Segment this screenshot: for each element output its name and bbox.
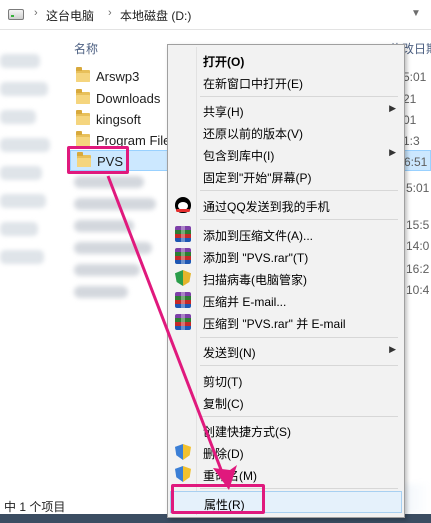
address-bar[interactable]: › 这台电脑 › 本地磁盘 (D:) ▼ <box>0 0 431 30</box>
menu-item-label: 包含到库中(I) <box>203 149 275 163</box>
menu-item-label: 固定到"开始"屏幕(P) <box>203 171 312 185</box>
menu-item-rename[interactable]: 重命名(M) <box>170 463 402 485</box>
drive-icon <box>8 9 24 20</box>
menu-item-create-shortcut[interactable]: 创建快捷方式(S) <box>170 419 402 441</box>
file-date: 6:51 <box>404 155 428 169</box>
menu-item-share[interactable]: 共享(H) ▶ <box>170 99 402 121</box>
menu-separator <box>200 416 398 417</box>
menu-item-label: 剪切(T) <box>203 375 243 389</box>
menu-item-label: 打开(O) <box>203 55 245 69</box>
uac-shield-icon <box>175 466 191 482</box>
file-date: 15:5 <box>406 218 430 232</box>
file-date: 14:0 <box>406 239 430 253</box>
file-name: Downloads <box>96 91 161 106</box>
submenu-arrow-icon: ▶ <box>389 147 396 157</box>
file-date: 16:2 <box>406 262 430 276</box>
blurred-list-item[interactable] <box>74 176 144 188</box>
menu-item-label: 通过QQ发送到我的手机 <box>203 200 330 214</box>
nav-item[interactable] <box>0 110 36 124</box>
blurred-list-item[interactable] <box>74 264 140 276</box>
blurred-list-item[interactable] <box>74 242 152 254</box>
menu-item-open[interactable]: 打开(O) <box>170 49 402 71</box>
annotation-highlight-pvs <box>67 146 129 174</box>
breadcrumb-separator-icon: › <box>34 7 38 19</box>
winrar-icon <box>175 314 191 330</box>
menu-item-send-to[interactable]: 发送到(N) ▶ <box>170 340 402 362</box>
file-date: 21 <box>403 92 417 106</box>
menu-item-scan-virus[interactable]: 扫描病毒(电脑管家) <box>170 267 402 289</box>
status-bar-text: 中 1 个项目 <box>4 500 66 514</box>
context-menu[interactable]: 打开(O) 在新窗口中打开(E) 共享(H) ▶ 还原以前的版本(V) 包含到库… <box>167 44 405 518</box>
menu-item-label: 在新窗口中打开(E) <box>203 77 303 91</box>
file-date: 5:01 <box>403 70 427 84</box>
menu-item-cut[interactable]: 剪切(T) <box>170 369 402 391</box>
winrar-icon <box>175 248 191 264</box>
menu-item-label: 删除(D) <box>203 447 244 461</box>
blurred-list-item[interactable] <box>74 286 128 298</box>
nav-item[interactable] <box>0 166 42 180</box>
blurred-list-item[interactable] <box>74 220 134 232</box>
menu-item-open-new-window[interactable]: 在新窗口中打开(E) <box>170 71 402 93</box>
nav-item[interactable] <box>0 82 48 96</box>
breadcrumb-separator-icon: › <box>108 7 112 19</box>
menu-separator <box>200 96 398 97</box>
menu-item-delete[interactable]: 删除(D) <box>170 441 402 463</box>
nav-item[interactable] <box>0 250 44 264</box>
qq-icon <box>175 197 191 213</box>
menu-item-label: 添加到压缩文件(A)... <box>203 229 313 243</box>
folder-icon <box>76 110 90 125</box>
menu-separator <box>200 337 398 338</box>
tencent-shield-icon <box>175 270 191 286</box>
menu-item-label: 共享(H) <box>203 105 244 119</box>
column-header-name[interactable]: 名称 <box>74 40 98 57</box>
menu-item-add-to-archive[interactable]: 添加到压缩文件(A)... <box>170 223 402 245</box>
file-date: 10:4 <box>406 283 430 297</box>
folder-icon <box>76 89 90 104</box>
chevron-down-icon[interactable]: ▼ <box>406 4 426 24</box>
menu-item-send-via-qq[interactable]: 通过QQ发送到我的手机 <box>170 194 402 216</box>
menu-item-label: 还原以前的版本(V) <box>203 127 303 141</box>
menu-item-label: 压缩并 E-mail... <box>203 295 287 309</box>
menu-item-include-in-library[interactable]: 包含到库中(I) ▶ <box>170 143 402 165</box>
menu-item-compress-email[interactable]: 压缩并 E-mail... <box>170 289 402 311</box>
submenu-arrow-icon: ▶ <box>389 103 396 113</box>
nav-item[interactable] <box>0 138 50 152</box>
uac-shield-icon <box>175 444 191 460</box>
menu-separator <box>200 190 398 191</box>
menu-item-label: 重命名(M) <box>203 469 257 483</box>
annotation-highlight-properties <box>171 484 265 514</box>
menu-item-pin-to-start[interactable]: 固定到"开始"屏幕(P) <box>170 165 402 187</box>
menu-item-label: 扫描病毒(电脑管家) <box>203 273 307 287</box>
file-date: 1:3 <box>403 134 420 148</box>
nav-item[interactable] <box>0 194 46 208</box>
blurred-list-item[interactable] <box>74 198 156 210</box>
navigation-pane[interactable] <box>0 30 62 492</box>
menu-item-label: 发送到(N) <box>203 346 256 360</box>
nav-item[interactable] <box>0 54 40 68</box>
nav-item[interactable] <box>0 222 38 236</box>
menu-item-compress-to-rar-email[interactable]: 压缩到 "PVS.rar" 并 E-mail <box>170 311 402 333</box>
winrar-icon <box>175 226 191 242</box>
menu-item-restore-versions[interactable]: 还原以前的版本(V) <box>170 121 402 143</box>
menu-item-label: 添加到 "PVS.rar"(T) <box>203 251 309 265</box>
folder-icon <box>76 67 90 82</box>
winrar-icon <box>175 292 191 308</box>
menu-separator <box>200 365 398 366</box>
folder-icon <box>76 131 90 146</box>
file-name: kingsoft <box>96 112 141 127</box>
breadcrumb-this-pc[interactable]: 这台电脑 <box>46 7 94 24</box>
menu-item-add-to-pvs-rar[interactable]: 添加到 "PVS.rar"(T) <box>170 245 402 267</box>
menu-item-label: 压缩到 "PVS.rar" 并 E-mail <box>203 317 346 331</box>
menu-item-label: 复制(C) <box>203 397 244 411</box>
file-name: Arswp3 <box>96 69 140 84</box>
menu-item-copy[interactable]: 复制(C) <box>170 391 402 413</box>
file-date: 5:01 <box>406 181 430 195</box>
file-date: 01 <box>403 113 417 127</box>
menu-separator <box>200 219 398 220</box>
breadcrumb-local-disk[interactable]: 本地磁盘 (D:) <box>120 7 191 24</box>
menu-item-label: 创建快捷方式(S) <box>203 425 291 439</box>
submenu-arrow-icon: ▶ <box>389 344 396 354</box>
